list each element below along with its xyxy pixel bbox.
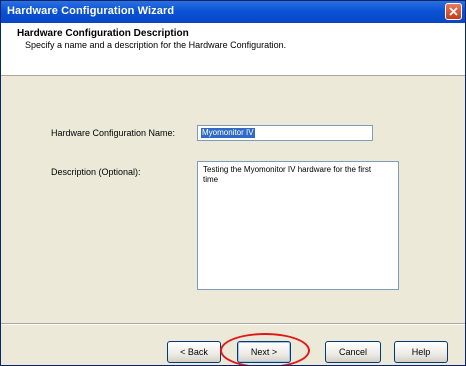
wizard-window: Hardware Configuration Wizard Hardware C… [0,0,466,366]
wizard-header: Hardware Configuration Description Speci… [1,23,465,76]
next-highlight-ring [220,333,310,365]
title-bar[interactable]: Hardware Configuration Wizard [1,1,465,23]
header-title: Hardware Configuration Description [17,28,189,39]
description-label: Description (Optional): [51,167,141,177]
configuration-name-input[interactable]: Myomonitor IV [197,125,373,141]
description-value: Testing the Myomonitor IV hardware for t… [203,165,372,184]
header-subtitle: Specify a name and a description for the… [25,40,287,50]
window-title: Hardware Configuration Wizard [7,5,175,17]
footer-divider [1,323,465,325]
help-button[interactable]: Help [394,341,448,363]
cancel-button[interactable]: Cancel [325,341,381,363]
back-button[interactable]: < Back [167,341,221,363]
name-value: Myomonitor IV [201,128,255,138]
name-label: Hardware Configuration Name: [51,128,176,138]
description-textarea[interactable]: Testing the Myomonitor IV hardware for t… [197,161,399,290]
close-icon [449,7,458,16]
close-button[interactable] [445,3,462,20]
